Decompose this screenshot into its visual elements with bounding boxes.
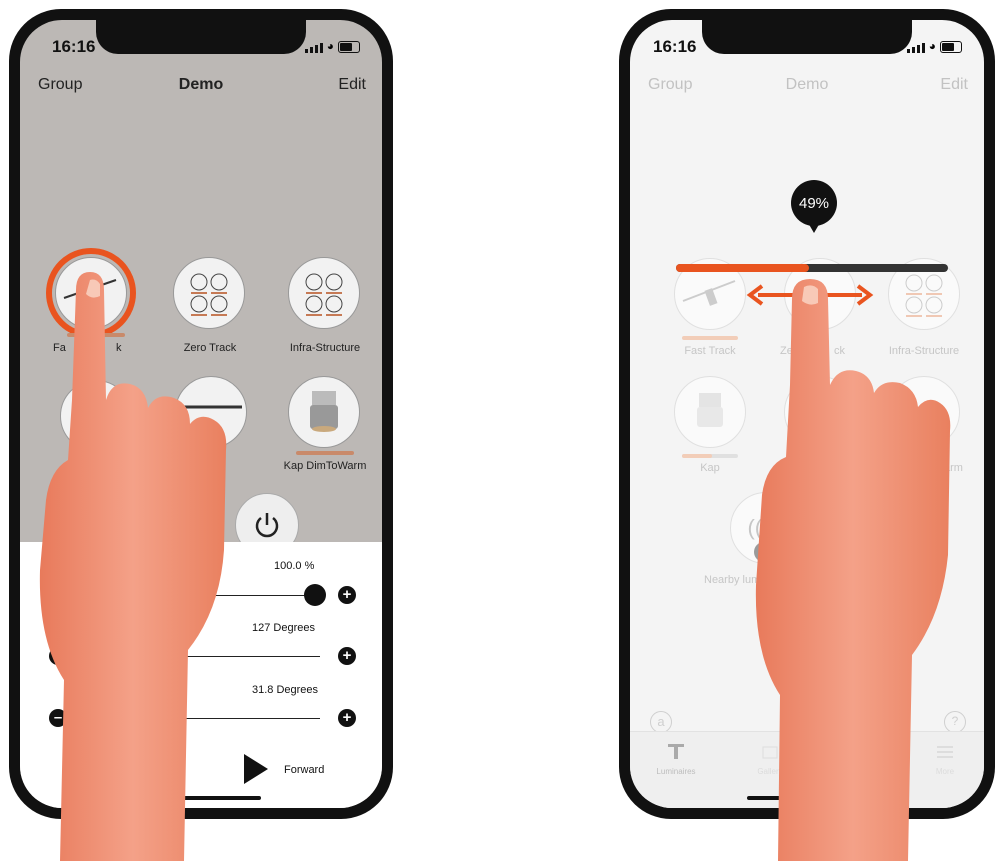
infra-structure-label: Infra-Structure [289, 342, 361, 354]
account-icon-glyph: a [657, 714, 665, 729]
nav-title: Demo [178, 76, 224, 93]
status-icons: ◕ [906, 39, 962, 53]
fixture-kap-dimtowarm[interactable] [288, 376, 360, 448]
elevation-plus-button[interactable]: + [338, 709, 356, 727]
left-hand-image [39, 272, 227, 861]
help-icon-glyph: ? [951, 714, 959, 728]
status-icons: ◕ [304, 39, 360, 53]
power-icon [255, 513, 279, 538]
kap-dimtowarm-label: Kap DimToWarm [283, 460, 367, 472]
track-light-icon [668, 744, 684, 759]
status-time: 16:16 [52, 37, 96, 56]
fixture-kap[interactable] [674, 376, 746, 448]
status-time: 16:16 [653, 37, 697, 56]
signal-icon [304, 43, 323, 53]
wifi-icon: ◕ [326, 39, 334, 53]
rotation-plus-button[interactable]: + [338, 647, 356, 665]
nav-edit-button[interactable]: Edit [940, 76, 968, 94]
signal-icon [906, 43, 925, 53]
battery-icon [940, 41, 962, 53]
elevation-value: 31.8 Degrees [252, 684, 319, 696]
play-forward-icon[interactable] [242, 752, 270, 786]
dim-percent-label: 49% [798, 194, 830, 212]
nav-edit-button[interactable]: Edit [338, 76, 366, 94]
battery-icon [338, 41, 360, 53]
wifi-icon: ◕ [928, 39, 936, 53]
tab-luminaires-label: Luminaires [656, 767, 696, 776]
fast-track-level-bar [682, 336, 738, 340]
dim-percent-pin: 49% [791, 180, 837, 226]
intensity-plus-button[interactable]: + [338, 586, 356, 604]
fixture-infra-structure[interactable] [288, 257, 360, 329]
dim-pin-tip [807, 221, 821, 233]
tab-luminaires[interactable]: Luminaires [646, 742, 706, 776]
notch [702, 20, 912, 54]
right-hand-image [755, 279, 951, 861]
intensity-slider-thumb[interactable] [304, 584, 326, 606]
forward-button[interactable]: Forward [284, 764, 324, 776]
intensity-value: 100.0 % [274, 560, 315, 572]
kap-level-fill [682, 454, 712, 458]
kap-dimtowarm-level-bar [296, 451, 354, 455]
account-icon[interactable]: a [650, 711, 672, 733]
notch [96, 20, 306, 54]
nav-title: Demo [785, 76, 829, 93]
dim-slider-fill [676, 264, 809, 272]
rotation-value: 127 Degrees [252, 622, 315, 634]
